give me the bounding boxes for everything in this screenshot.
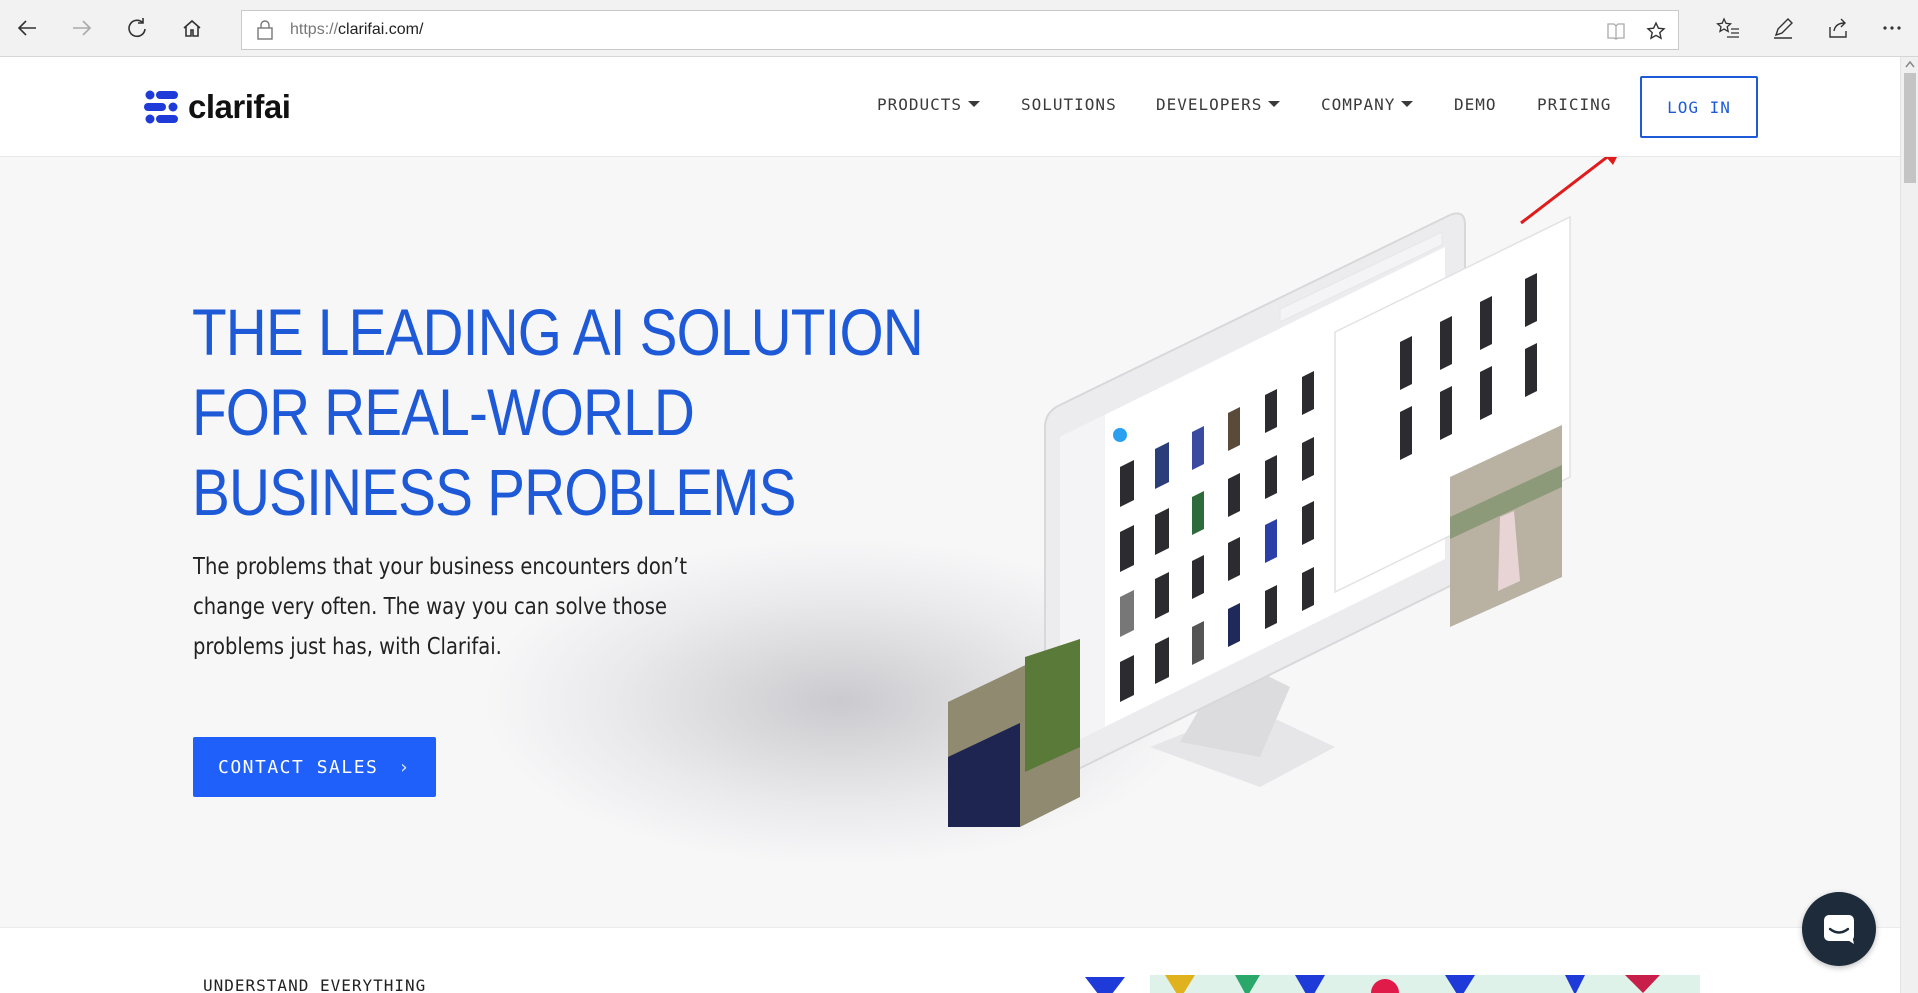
share-icon: [1829, 18, 1847, 38]
site-header: clarifai PRODUCTS SOLUTIONS DEVELOPERS C…: [0, 57, 1900, 157]
back-arrow-icon: [17, 20, 36, 36]
home-button[interactable]: [176, 12, 208, 44]
nav-demo[interactable]: DEMO: [1454, 95, 1497, 114]
page-scrollbar[interactable]: [1900, 57, 1918, 993]
nav-pricing[interactable]: PRICING: [1537, 95, 1611, 114]
next-section: UNDERSTAND EVERYTHING: [0, 927, 1900, 993]
reading-view-icon[interactable]: [1604, 19, 1628, 43]
nav-products[interactable]: PRODUCTS: [877, 95, 981, 114]
browser-toolbar: https://clarifai.com/: [0, 0, 1918, 57]
url-text: https://clarifai.com/: [290, 21, 424, 38]
nav-company[interactable]: COMPANY: [1321, 95, 1414, 114]
caret-down-icon: [1268, 100, 1281, 107]
refresh-button[interactable]: [121, 12, 153, 44]
refresh-icon: [128, 18, 146, 38]
contact-sales-label: CONTACT SALES: [218, 756, 379, 778]
share-button[interactable]: [1822, 12, 1854, 44]
chat-icon: [1824, 915, 1854, 944]
clarifai-logo[interactable]: clarifai: [142, 87, 291, 127]
caret-down-icon: [1401, 100, 1414, 107]
forward-button[interactable]: [66, 12, 98, 44]
pen-icon: [1774, 18, 1793, 39]
nav-developers[interactable]: DEVELOPERS: [1156, 95, 1281, 114]
forward-arrow-icon: [73, 20, 92, 36]
hero-headline: THE LEADING AI SOLUTION FOR REAL-WORLD B…: [192, 292, 924, 532]
clarifai-logo-icon: [144, 90, 178, 124]
hero-section: THE LEADING AI SOLUTION FOR REAL-WORLD B…: [0, 157, 1900, 927]
address-bar[interactable]: https://clarifai.com/: [241, 10, 1679, 50]
annotation-arrow: [1520, 157, 1617, 225]
logo-wordmark: clarifai: [188, 88, 291, 125]
section-label: UNDERSTAND EVERYTHING: [203, 976, 427, 993]
favorite-star-icon[interactable]: [1644, 19, 1668, 43]
home-icon: [183, 19, 201, 37]
headline-line: BUSINESS PROBLEMS: [192, 455, 796, 529]
chevron-right-icon: ›: [400, 756, 410, 778]
contact-sales-button[interactable]: CONTACT SALES ›: [193, 737, 436, 797]
product-illustration: [948, 212, 1571, 827]
headline-line: FOR REAL-WORLD: [192, 375, 695, 449]
section-illustration: [1085, 975, 1700, 993]
notes-button[interactable]: [1767, 12, 1799, 44]
ellipsis-icon: [1883, 26, 1901, 30]
more-menu-button[interactable]: [1876, 12, 1908, 44]
lock-icon: [257, 20, 273, 40]
back-button[interactable]: [11, 12, 43, 44]
caret-down-icon: [968, 100, 981, 107]
favorites-list-icon: [1716, 17, 1739, 38]
login-button[interactable]: LOG IN: [1640, 76, 1758, 138]
scrollbar-thumb[interactable]: [1904, 73, 1916, 183]
chat-widget-button[interactable]: [1802, 892, 1876, 966]
favorites-hub-button[interactable]: [1712, 12, 1744, 44]
hero-subtext: The problems that your business encounte…: [193, 554, 688, 660]
scroll-up-icon[interactable]: [1901, 57, 1918, 71]
headline-line: THE LEADING AI SOLUTION: [192, 295, 924, 369]
nav-solutions[interactable]: SOLUTIONS: [1021, 95, 1117, 114]
